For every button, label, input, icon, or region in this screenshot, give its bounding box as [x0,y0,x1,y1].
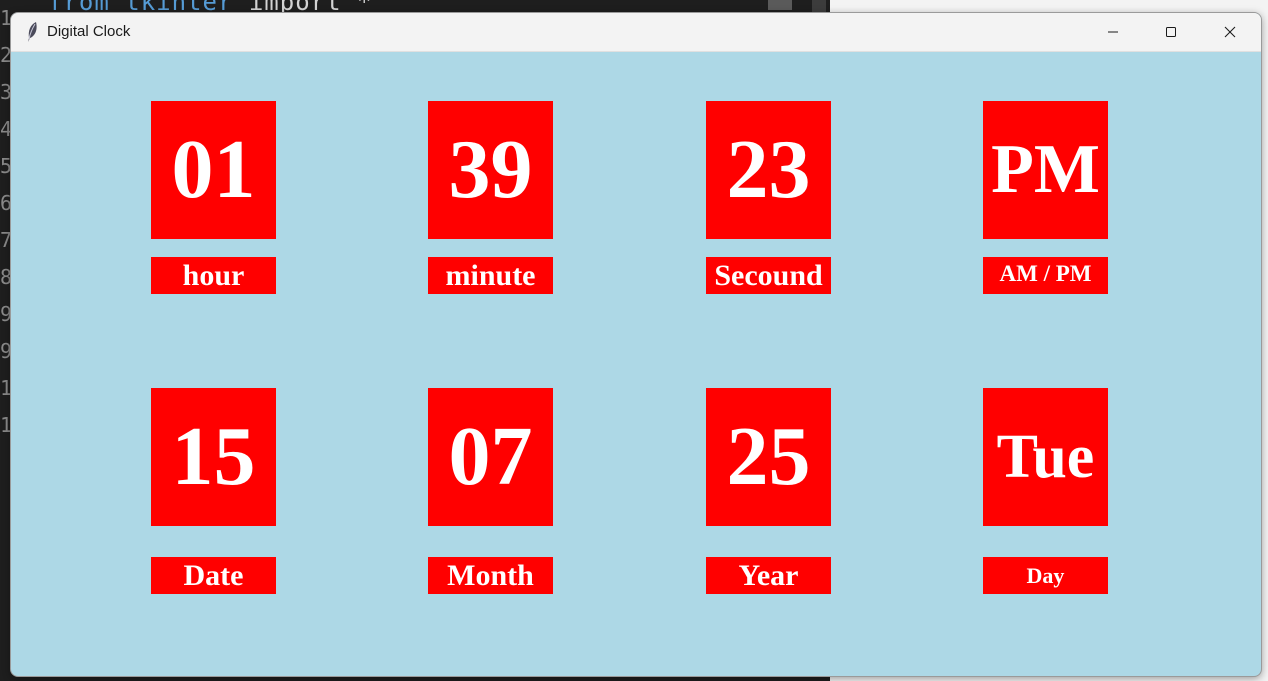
month-label: Month [428,557,553,594]
date-label: Date [151,557,276,594]
minimize-button[interactable] [1084,13,1142,51]
year-label: Year [706,557,831,594]
window-title: Digital Clock [47,23,131,40]
digital-clock-window: Digital Clock 01 hour 39 minute 23 Secou… [10,12,1262,677]
close-icon [1224,23,1236,42]
title-bar[interactable]: Digital Clock [11,13,1261,52]
minute-label: minute [428,257,553,294]
clock-content: 01 hour 39 minute 23 Secound PM AM / PM … [11,51,1261,676]
second-label: Secound [706,257,831,294]
background-minimap [768,0,792,10]
close-button[interactable] [1201,13,1259,51]
month-value: 07 [428,388,553,526]
second-value: 23 [706,101,831,239]
maximize-icon [1165,23,1177,42]
background-line-gutter: 123456789911 [0,6,10,437]
minute-value: 39 [428,101,553,239]
maximize-button[interactable] [1142,13,1200,51]
feather-icon [25,21,41,43]
date-value: 15 [151,388,276,526]
ampm-value: PM [983,101,1108,239]
day-label: Day [983,557,1108,594]
hour-label: hour [151,257,276,294]
day-value: Tue [983,388,1108,526]
minimize-icon [1107,23,1119,42]
ampm-label: AM / PM [983,257,1108,294]
background-scrollbar [812,0,826,12]
year-value: 25 [706,388,831,526]
hour-value: 01 [151,101,276,239]
